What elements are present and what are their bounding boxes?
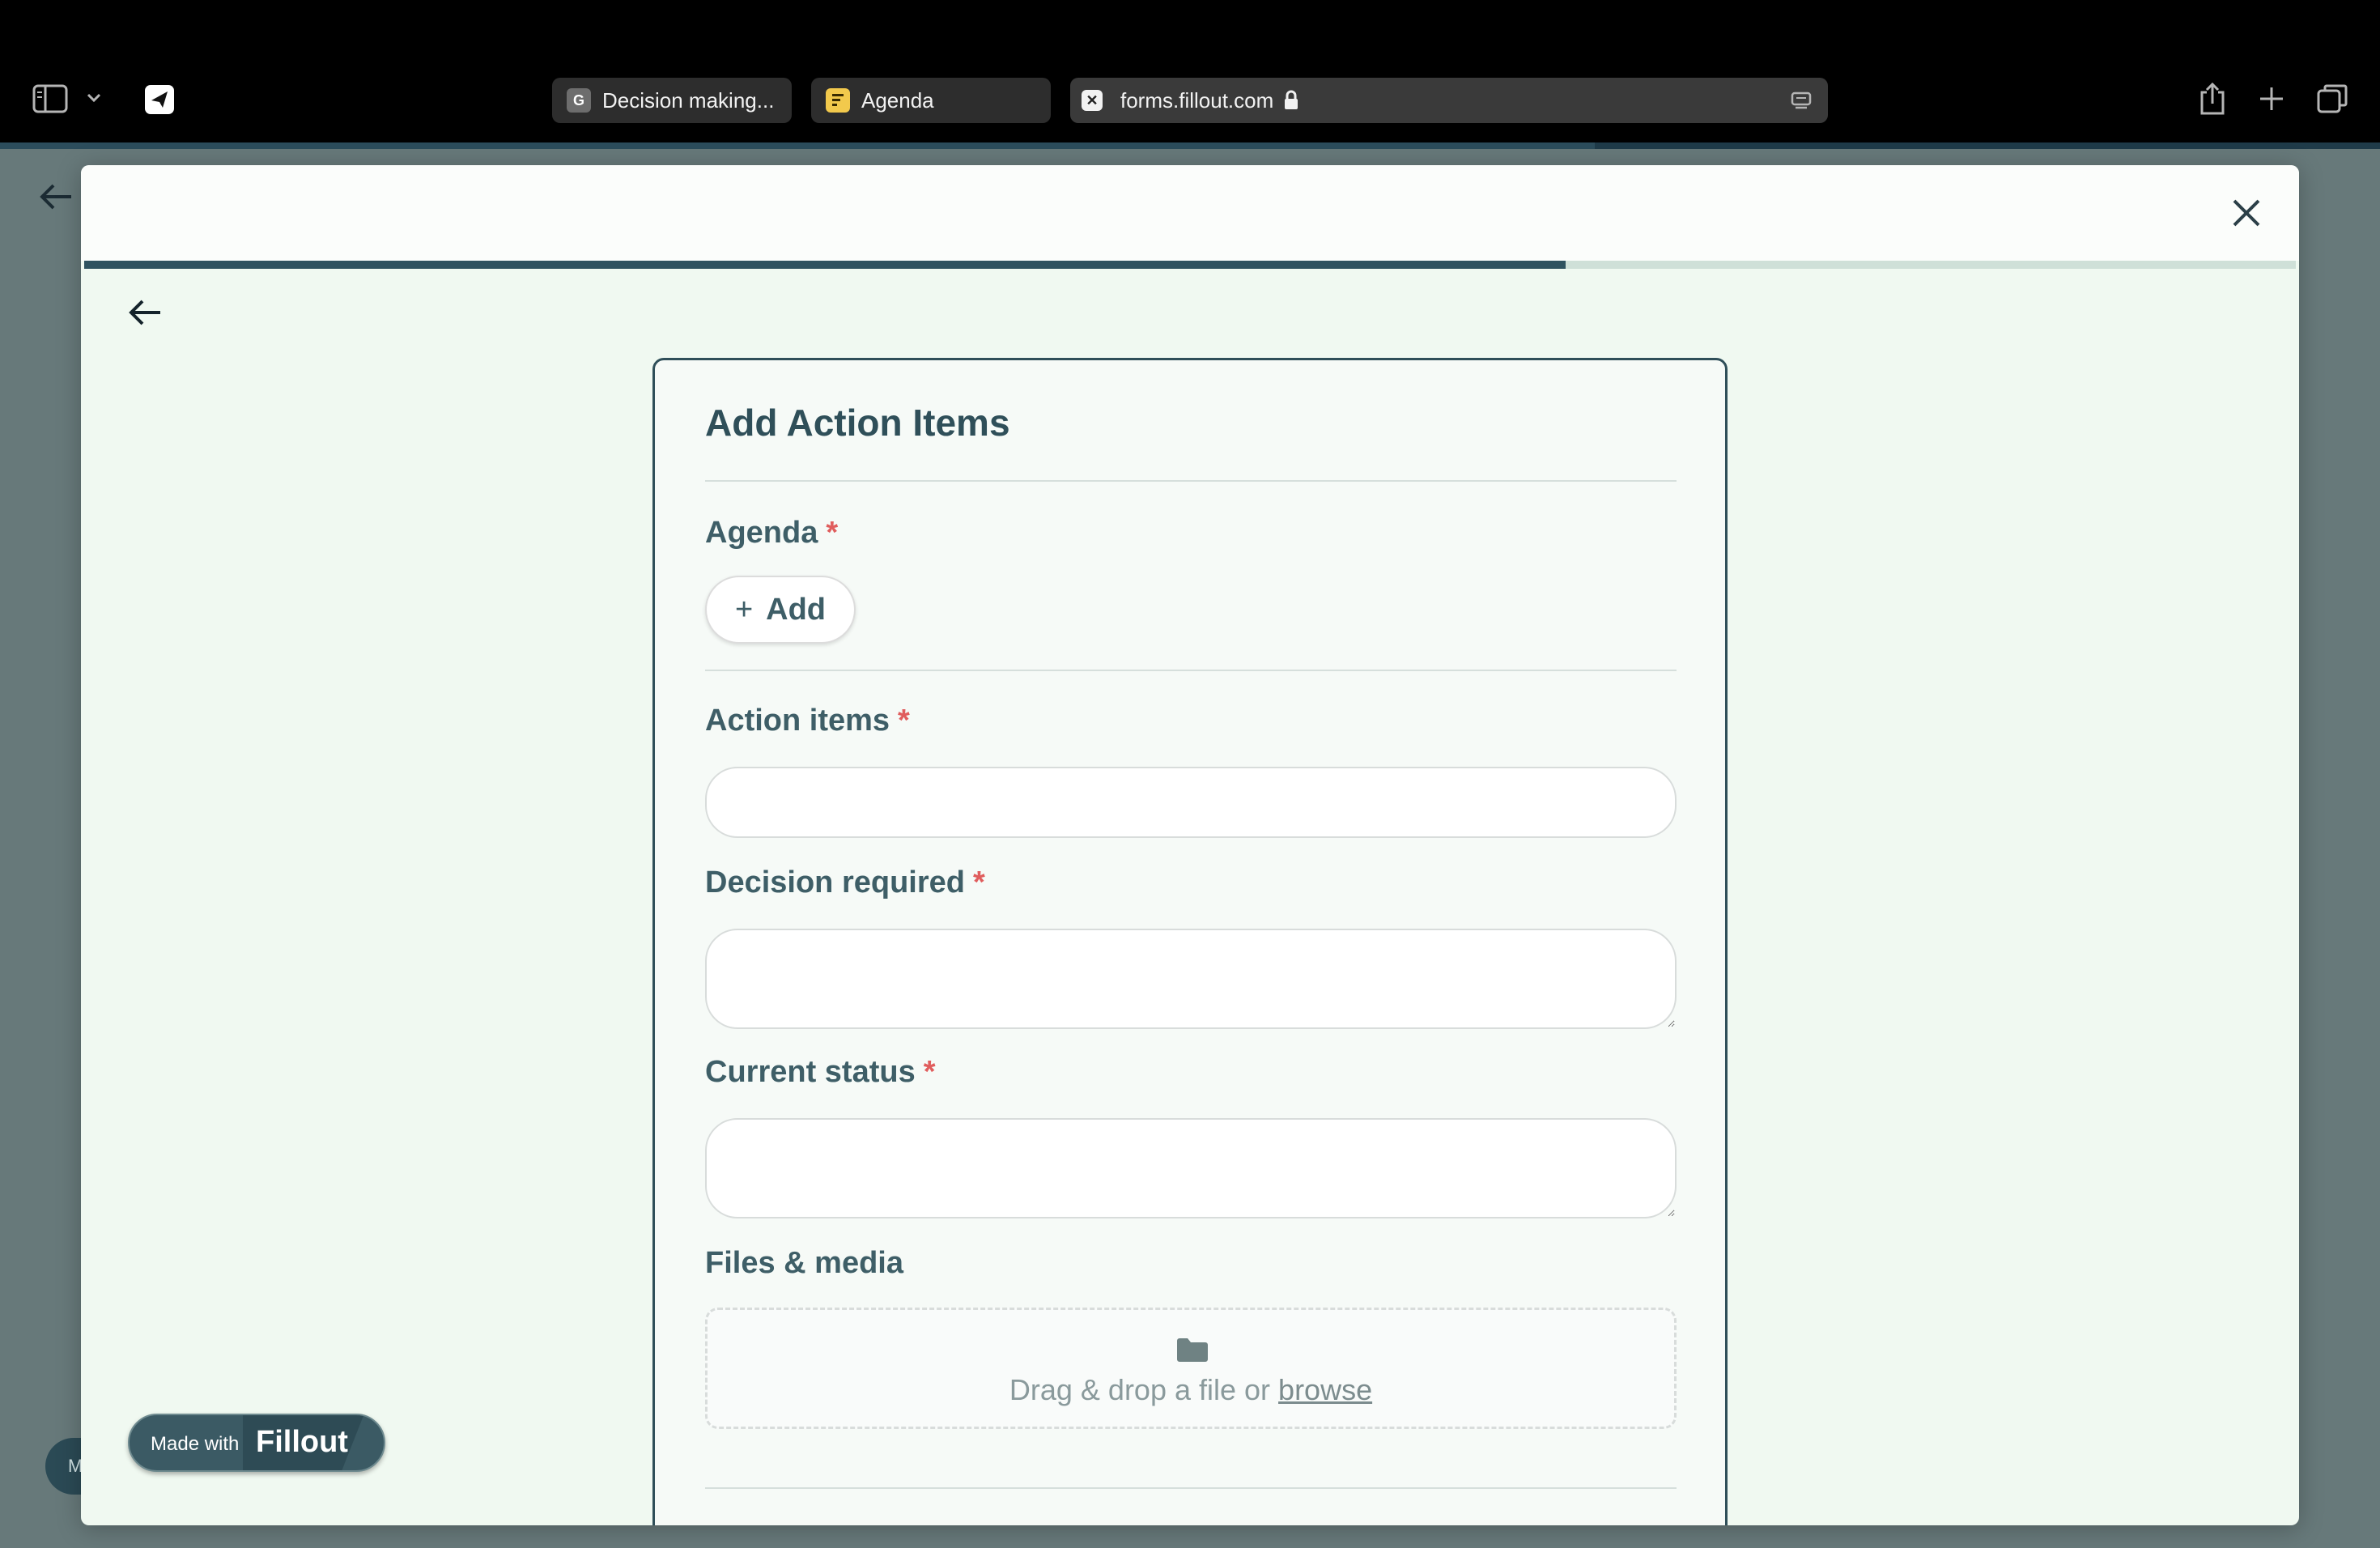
form-progress-fill bbox=[84, 261, 1566, 269]
made-with-text: Made with bbox=[151, 1433, 240, 1455]
decision-required-label-text: Decision required bbox=[705, 865, 965, 899]
tab-label: Agenda bbox=[861, 87, 934, 113]
current-status-label-text: Current status bbox=[705, 1055, 916, 1089]
tab-decision-making[interactable]: G Decision making... bbox=[552, 78, 792, 123]
lock-icon bbox=[1285, 90, 1298, 109]
decision-required-label: Decision required * bbox=[705, 865, 985, 900]
x-icon: ✕ bbox=[1082, 90, 1103, 111]
page-load-fill bbox=[0, 142, 1595, 149]
dropzone-instruction: Drag & drop a file or bbox=[1009, 1373, 1271, 1406]
browser-toolbar: G Decision making... Agenda ✕ forms.fill… bbox=[0, 0, 2380, 142]
required-mark: * bbox=[826, 516, 839, 550]
form-title: Add Action Items bbox=[705, 402, 1010, 444]
action-items-label: Action items * bbox=[705, 704, 910, 738]
reader-icon[interactable] bbox=[1791, 91, 1812, 112]
action-items-input[interactable] bbox=[705, 767, 1677, 838]
form-modal: Add Action Items Agenda * + Add Action it… bbox=[81, 165, 2299, 1525]
folder-icon bbox=[1177, 1338, 1208, 1362]
extension-send-icon[interactable] bbox=[144, 84, 175, 115]
add-agenda-button[interactable]: + Add bbox=[705, 576, 856, 644]
new-tab-plus-icon[interactable] bbox=[2259, 86, 2284, 112]
form-card: Add Action Items Agenda * + Add Action it… bbox=[652, 358, 1728, 1525]
agenda-doc-icon bbox=[826, 88, 850, 113]
tab-agenda[interactable]: Agenda bbox=[811, 78, 1051, 123]
divider bbox=[705, 1487, 1677, 1489]
page-load-bar bbox=[0, 142, 2380, 149]
close-icon[interactable] bbox=[2226, 193, 2267, 233]
fillout-logo-text: Fillout bbox=[256, 1425, 348, 1459]
agenda-label-text: Agenda bbox=[705, 516, 818, 550]
tab-overview-icon[interactable] bbox=[2317, 84, 2348, 113]
dropzone-text: Drag & drop a file or browse bbox=[708, 1373, 1674, 1407]
browse-link[interactable]: browse bbox=[1278, 1373, 1372, 1406]
made-with-fillout-badge[interactable]: Made with Fillout bbox=[128, 1414, 385, 1472]
add-button-label: Add bbox=[766, 592, 827, 627]
g-favicon-icon: G bbox=[567, 88, 591, 113]
current-status-textarea[interactable] bbox=[705, 1118, 1677, 1218]
file-dropzone[interactable]: Drag & drop a file or browse bbox=[705, 1308, 1677, 1429]
background-back-arrow-icon[interactable] bbox=[39, 180, 74, 220]
divider bbox=[705, 670, 1677, 671]
required-mark: * bbox=[898, 704, 910, 738]
back-arrow-icon[interactable] bbox=[126, 293, 165, 332]
current-status-label: Current status * bbox=[705, 1055, 936, 1090]
agenda-label: Agenda * bbox=[705, 516, 838, 551]
address-text: forms.fillout.com bbox=[1120, 87, 1274, 113]
share-icon[interactable] bbox=[2199, 81, 2226, 115]
divider bbox=[705, 480, 1677, 482]
required-mark: * bbox=[923, 1055, 936, 1089]
decision-required-textarea[interactable] bbox=[705, 929, 1677, 1029]
modal-header bbox=[81, 165, 2299, 261]
plus-icon: + bbox=[734, 592, 754, 627]
chevron-down-icon[interactable] bbox=[86, 92, 102, 104]
tab-fillout-address[interactable]: ✕ forms.fillout.com bbox=[1070, 78, 1828, 123]
tab-label: Decision making... bbox=[602, 87, 775, 113]
required-mark: * bbox=[972, 865, 985, 899]
form-progress-bar bbox=[84, 261, 2296, 269]
sidebar-toggle-icon[interactable] bbox=[32, 84, 68, 113]
action-items-label-text: Action items bbox=[705, 704, 890, 738]
files-media-label: Files & media bbox=[705, 1246, 903, 1280]
